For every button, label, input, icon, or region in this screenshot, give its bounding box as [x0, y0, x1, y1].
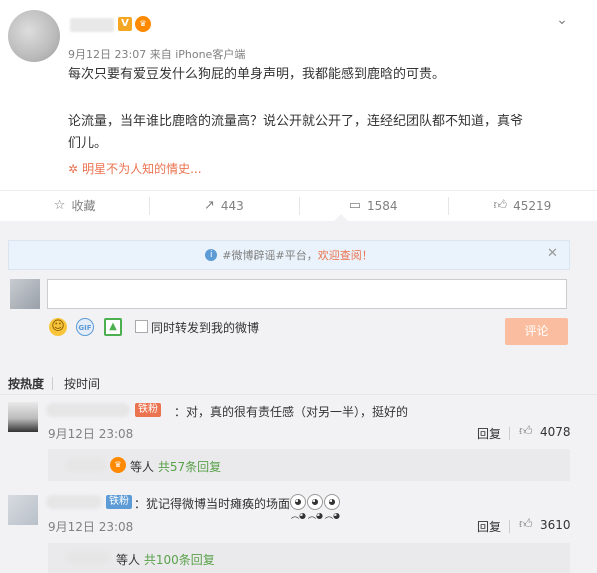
comment-like-count: 4078 — [540, 425, 571, 439]
sub-replies-suffix: 等人 — [116, 553, 141, 567]
thumbs-up-icon[interactable]: 👍︎ — [519, 517, 533, 532]
vip-crown-icon: ♛ — [135, 16, 151, 32]
commenter-name[interactable] — [46, 495, 102, 509]
comment-text: ：对，真的很有责任感（对另一半），挺好的 — [174, 405, 409, 419]
post-paragraph-2-line-1: 论流量，当年谁比鹿晗的流量高？说公开就公开了，连经纪团队都不知道，真爷 — [68, 114, 524, 129]
post-paragraph-2-line-2: 们儿。 — [68, 136, 108, 151]
topic-link[interactable]: ✲ 明星不为人知的情史... — [68, 160, 202, 177]
repost-checkbox[interactable] — [135, 320, 148, 333]
rumor-notice: i #微博辟谣#平台， 欢迎查阅！ — [8, 240, 570, 270]
current-user-avatar — [10, 279, 40, 309]
crying-emoji-icon: ◕︵◕ — [290, 494, 306, 520]
crying-emoji-icon: ◕︵◕ — [307, 494, 323, 520]
sort-by-hot[interactable]: 按热度 — [8, 375, 44, 392]
notice-text: #微博辟谣#平台， — [222, 249, 318, 262]
commenter-name[interactable] — [46, 403, 130, 417]
action-bar: ☆ 收藏 ↗ 443 ▭ 1584 👍︎ 45219 — [0, 190, 597, 220]
like-count: 45219 — [513, 198, 552, 213]
fan-badge: 铁粉 — [106, 495, 132, 509]
like-button[interactable]: 👍︎ 45219 — [447, 191, 597, 220]
repost-button[interactable]: ↗ 443 — [149, 191, 298, 220]
topic-link-text: 明星不为人知的情史... — [82, 162, 202, 176]
image-icon[interactable]: ▲ — [104, 318, 122, 336]
close-icon[interactable]: ✕ — [547, 246, 558, 261]
notice-link[interactable]: 欢迎查阅！ — [318, 247, 373, 263]
comment-icon: ▭ — [348, 198, 361, 213]
author-avatar[interactable] — [8, 10, 60, 62]
comment-time: 9月12日 23:08 — [48, 427, 134, 441]
author-name[interactable] — [70, 18, 114, 32]
repost-checkbox-label: 同时转发到我的微博 — [151, 321, 260, 335]
chevron-down-icon[interactable]: ⌄ — [554, 12, 570, 28]
share-icon: ↗ — [203, 198, 215, 213]
verified-badge-icon: V — [118, 17, 132, 31]
comment-button[interactable]: ▭ 1584 — [298, 191, 448, 220]
reply-button[interactable]: 回复 — [477, 518, 501, 535]
separator — [509, 520, 510, 533]
favorite-label: 收藏 — [71, 199, 96, 213]
comment-count: 1584 — [367, 198, 398, 213]
commenter-avatar[interactable] — [8, 402, 38, 432]
comment-text: ：犹记得微博当时瘫痪的场面 — [134, 497, 291, 511]
repost-count: 443 — [220, 198, 244, 213]
sub-reply-user[interactable] — [66, 458, 106, 472]
favorite-button[interactable]: ☆ 收藏 — [0, 191, 149, 220]
commenter-avatar[interactable] — [8, 495, 38, 525]
vip-crown-icon: ♛ — [110, 457, 126, 473]
sub-replies-count[interactable]: 共57条回复 — [158, 460, 221, 474]
separator — [509, 427, 510, 440]
reply-button[interactable]: 回复 — [477, 425, 501, 442]
sub-replies-suffix: 等人 — [130, 460, 155, 474]
comment-input[interactable] — [47, 279, 567, 309]
sub-replies-summary: 等人 共100条回复 — [116, 551, 215, 568]
post-source: 来自 iPhone客户端 — [149, 48, 246, 61]
sort-by-time[interactable]: 按时间 — [64, 375, 100, 392]
post-paragraph-1: 每次只要有爱豆发什么狗屁的单身声明，我都能感到鹿晗的可贵。 — [68, 67, 446, 82]
gif-icon[interactable]: GIF — [76, 318, 94, 336]
comment-like-count: 3610 — [540, 518, 571, 532]
post-timestamp[interactable]: 9月12日 23:07 — [68, 48, 146, 61]
emoji-icon[interactable]: ☺ — [49, 318, 67, 336]
crying-emoji-icon: ◕︵◕ — [324, 494, 340, 520]
thumbs-up-icon: 👍︎ — [493, 198, 508, 213]
post-meta: 9月12日 23:07 来自 iPhone客户端 — [68, 46, 245, 62]
sub-replies-box[interactable] — [48, 449, 570, 481]
sub-reply-user[interactable] — [66, 551, 110, 565]
comment-time: 9月12日 23:08 — [48, 520, 134, 534]
star-icon: ☆ — [53, 198, 66, 213]
thumbs-up-icon[interactable]: 👍︎ — [519, 424, 533, 439]
sort-divider — [52, 377, 53, 390]
submit-comment-button[interactable]: 评论 — [505, 318, 568, 345]
topic-icon: ✲ — [68, 162, 79, 176]
divider — [0, 394, 597, 395]
sub-replies-count[interactable]: 共100条回复 — [144, 553, 215, 567]
sub-replies-summary: 等人 共57条回复 — [130, 458, 221, 475]
info-icon: i — [205, 249, 218, 261]
fan-badge: 铁粉 — [135, 403, 161, 417]
active-tab-indicator — [334, 214, 348, 221]
